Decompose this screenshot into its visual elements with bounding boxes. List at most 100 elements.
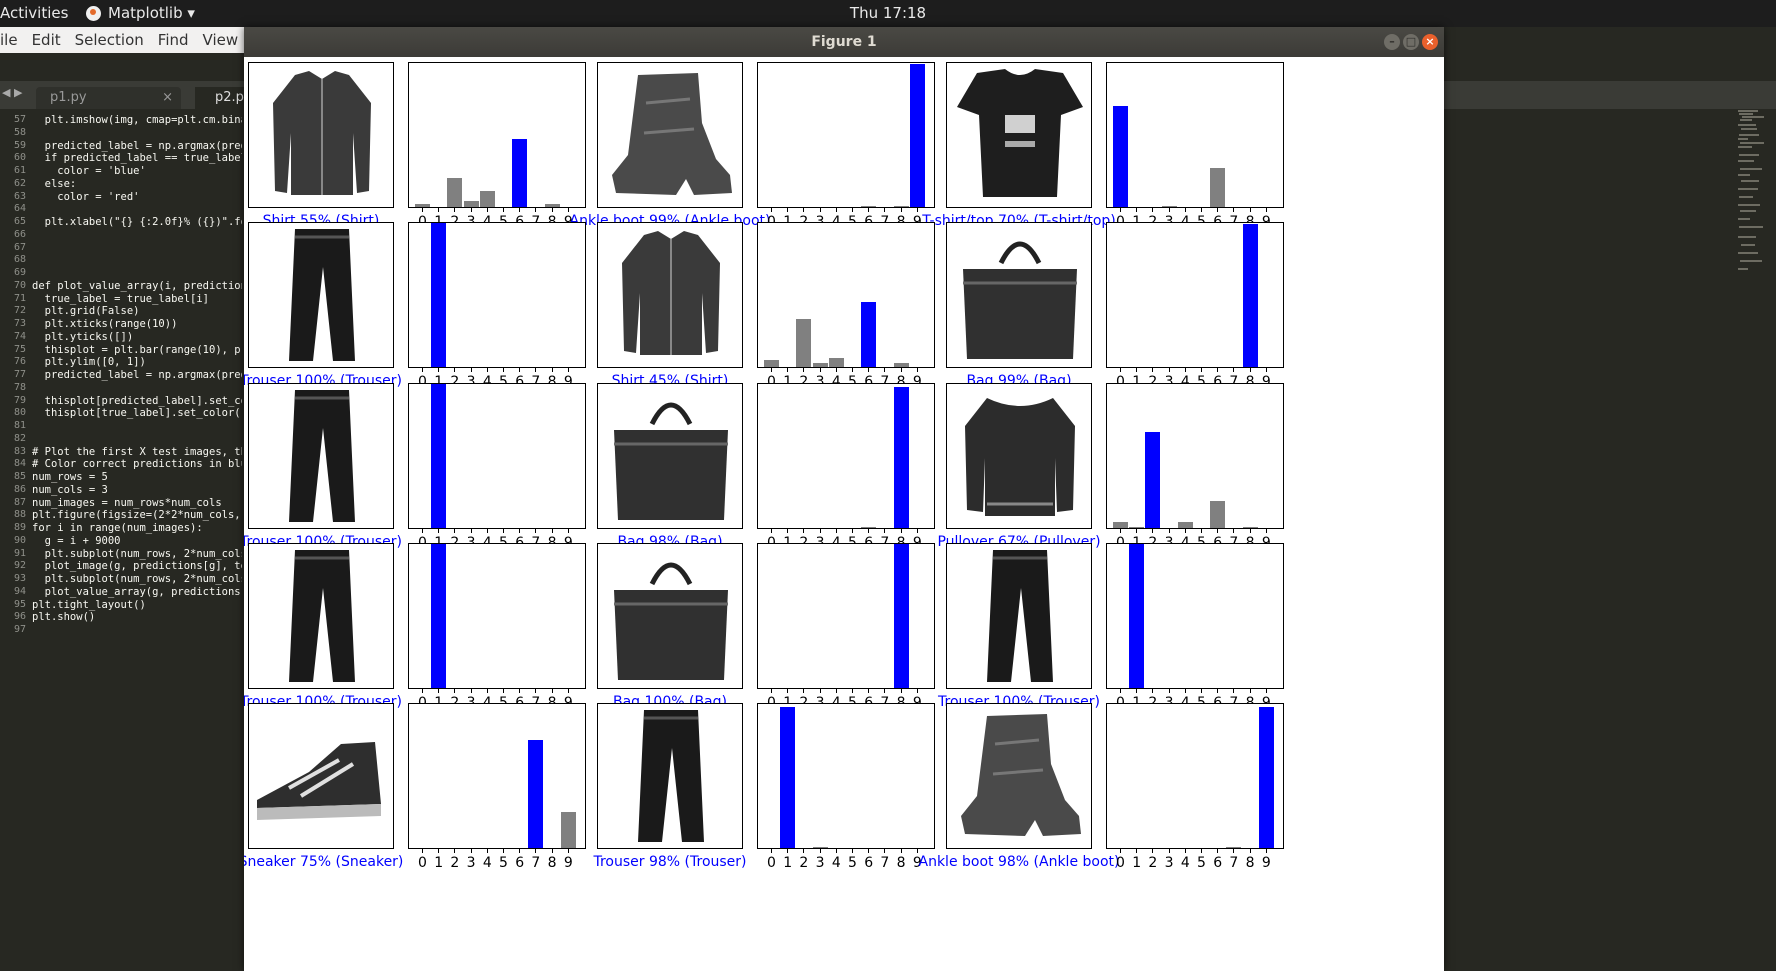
x-tick-mark — [1249, 849, 1251, 853]
probability-bar — [431, 223, 447, 367]
minimap-line — [1741, 128, 1757, 130]
x-tick-mark — [1201, 208, 1202, 212]
trouser-image-axes — [597, 703, 743, 849]
code-text[interactable]: plt.imshow(img, cmap=plt.cm.binary predi… — [32, 114, 242, 637]
menu-view[interactable]: View — [203, 31, 239, 49]
x-tick-mark — [470, 368, 472, 372]
menu-file[interactable]: ile — [0, 31, 18, 49]
x-tick-mark — [551, 368, 553, 372]
tab-nav-arrows-icon[interactable]: ◀ ▶ — [2, 86, 22, 99]
app-menu-label: Matplotlib ▾ — [108, 4, 195, 22]
code-line: plt.figure(figsize=(2*2*num_cols, 2 — [32, 509, 242, 522]
close-icon[interactable]: × — [1422, 34, 1438, 50]
code-line: plot_image(g, predictions[g], test — [32, 560, 242, 573]
x-tick-mark — [1168, 849, 1170, 853]
line-number: 68 — [13, 254, 26, 266]
probability-bar — [1226, 847, 1242, 848]
probability-bar-axes — [408, 703, 586, 849]
shirt-image-axes — [597, 222, 743, 368]
probability-bar-axes — [408, 62, 586, 208]
x-tick-mark — [567, 849, 569, 853]
x-tick-mark — [1168, 689, 1170, 693]
line-number: 69 — [13, 267, 26, 278]
line-number: 90 — [13, 534, 26, 546]
app-menu[interactable]: Matplotlib ▾ — [86, 4, 195, 22]
x-tick-mark — [470, 208, 472, 212]
minimap-line — [1738, 188, 1758, 190]
x-tick-mark — [771, 208, 772, 212]
probability-bar — [479, 191, 495, 207]
x-tick-mark — [519, 849, 521, 853]
maximize-icon[interactable]: □ — [1403, 34, 1419, 50]
probability-bar — [893, 363, 909, 367]
x-tick-mark — [422, 689, 423, 693]
activities-button[interactable]: Activities — [0, 4, 68, 22]
probability-bar — [415, 204, 430, 207]
line-number: 83 — [13, 445, 26, 457]
probability-bar — [780, 707, 796, 848]
x-tick-mark — [535, 368, 537, 372]
line-number: 76 — [13, 356, 26, 368]
figure-window: Figure 1 – □ × Shirt 55% (Shirt)01234567… — [244, 27, 1444, 971]
minimap[interactable] — [1738, 110, 1764, 310]
x-tick-mark — [454, 529, 456, 533]
x-tick-mark — [1249, 368, 1251, 372]
trouser-image-axes — [248, 222, 394, 368]
minimap-line — [1740, 142, 1764, 144]
clock[interactable]: Thu 17:18 — [850, 4, 926, 22]
probability-bar-axes — [408, 383, 586, 529]
probability-bar-axes — [757, 543, 935, 689]
code-line: predicted_label = np.argmax(predic — [32, 139, 242, 152]
close-tab-icon[interactable]: × — [162, 87, 173, 109]
window-titlebar[interactable]: Figure 1 – □ × — [244, 27, 1444, 57]
minimize-icon[interactable]: – — [1384, 34, 1400, 50]
minimap-line — [1738, 236, 1756, 238]
probability-bar-axes — [1106, 62, 1284, 208]
code-line: def plot_value_array(i, predictions — [32, 279, 242, 292]
x-tick-mark — [819, 689, 821, 693]
probability-bar — [1129, 544, 1145, 688]
x-tick-mark — [819, 208, 821, 212]
minimap-line — [1739, 154, 1759, 156]
line-number: 85 — [13, 471, 26, 482]
line-number: 74 — [13, 330, 26, 342]
tab-p1[interactable]: p1.py × — [36, 87, 181, 109]
x-tick-mark — [852, 689, 853, 693]
probability-bar — [463, 201, 479, 207]
probability-bar — [431, 544, 447, 688]
code-line: thisplot = plt.bar(range(10), pred — [32, 343, 242, 356]
minimap-line — [1739, 196, 1753, 198]
probability-bar — [528, 740, 544, 848]
x-tick-mark — [1249, 208, 1251, 212]
x-tick-mark — [1233, 208, 1235, 212]
item-image — [638, 710, 704, 842]
probability-bar — [1129, 527, 1145, 528]
x-tick-mark — [454, 368, 456, 372]
x-tick-mark — [771, 689, 772, 693]
x-tick-mark — [852, 368, 853, 372]
probability-bar — [764, 360, 779, 367]
probability-bar-axes — [1106, 222, 1284, 368]
x-tick-mark — [422, 208, 423, 212]
item-image — [965, 398, 1075, 516]
x-tick-mark — [1249, 689, 1251, 693]
line-number: 79 — [13, 394, 26, 406]
menu-find[interactable]: Find — [158, 31, 189, 49]
code-line: # Color correct predictions in blue — [32, 458, 242, 471]
x-tick-mark — [900, 849, 902, 853]
menu-edit[interactable]: Edit — [32, 31, 61, 49]
probability-bar-axes — [408, 543, 586, 689]
item-image — [257, 742, 381, 820]
code-line: color = 'red' — [32, 190, 140, 203]
x-tick-mark — [900, 208, 902, 212]
prediction-caption: Ankle boot 98% (Ankle boot) — [918, 854, 1120, 870]
code-line: plt.xticks(range(10)) — [32, 318, 178, 330]
figure-canvas[interactable]: Shirt 55% (Shirt)0123456789Ankle boot 99… — [244, 57, 1444, 971]
minimap-line — [1741, 180, 1759, 182]
menu-selection[interactable]: Selection — [75, 31, 144, 49]
x-tick-mark — [438, 208, 440, 212]
item-image — [987, 550, 1053, 682]
